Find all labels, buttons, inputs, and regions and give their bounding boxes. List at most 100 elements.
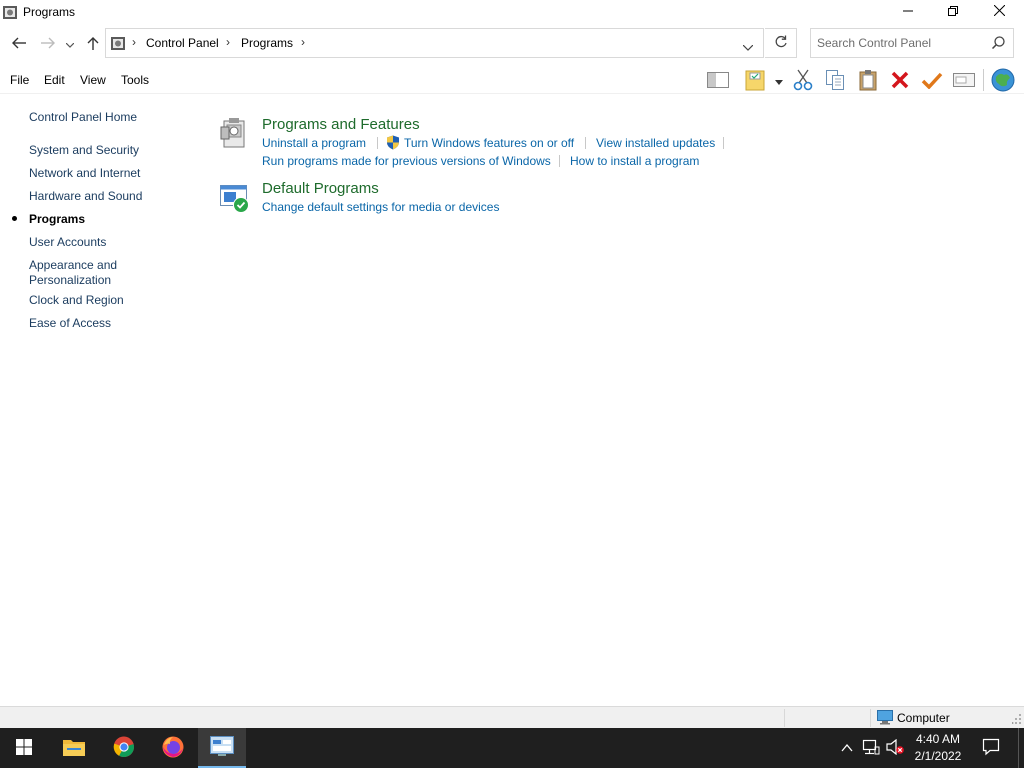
turn-windows-features-link[interactable]: Turn Windows features on or off — [404, 136, 574, 150]
toolbar-divider — [983, 69, 984, 91]
volume-button[interactable] — [885, 738, 905, 758]
taskbar-chrome[interactable] — [100, 728, 148, 768]
breadcrumb-control-panel[interactable]: Control Panel — [146, 36, 219, 50]
taskbar: 4:40 AM 2/1/2022 — [0, 728, 1024, 768]
uac-shield-icon — [386, 135, 400, 153]
refresh-icon — [774, 35, 788, 52]
recent-locations-button[interactable] — [62, 34, 78, 54]
chevron-up-icon — [841, 741, 853, 755]
delete-button[interactable] — [887, 68, 913, 94]
back-button[interactable] — [9, 34, 29, 54]
menu-file[interactable]: File — [10, 73, 29, 87]
properties-button[interactable] — [742, 68, 768, 94]
programs-and-features-icon[interactable] — [220, 117, 248, 152]
current-page-bullet-icon — [12, 216, 17, 221]
address-bar[interactable]: › Control Panel › Programs › — [105, 28, 764, 58]
restore-button[interactable] — [930, 0, 976, 24]
menu-view[interactable]: View — [80, 73, 106, 87]
address-dropdown-icon[interactable] — [742, 40, 754, 54]
view-installed-updates-link[interactable]: View installed updates — [596, 136, 715, 150]
search-input[interactable] — [817, 35, 987, 51]
volume-muted-icon — [886, 738, 904, 758]
close-icon — [993, 4, 1005, 19]
nav-clock-and-region[interactable]: Clock and Region — [29, 293, 124, 308]
nav-programs[interactable]: Programs — [29, 212, 85, 227]
change-default-settings-link[interactable]: Change default settings for media or dev… — [262, 200, 499, 214]
layout-pane-icon — [707, 71, 729, 91]
refresh-button[interactable] — [765, 28, 797, 58]
menu-bar: File Edit View Tools — [0, 66, 1024, 94]
breadcrumb-programs[interactable]: Programs — [241, 36, 293, 50]
nav-user-accounts[interactable]: User Accounts — [29, 235, 106, 250]
resize-grip-icon[interactable] — [1011, 713, 1022, 728]
run-previous-versions-link[interactable]: Run programs made for previous versions … — [262, 154, 551, 168]
action-center-button[interactable] — [981, 738, 1001, 758]
status-bar: Computer — [0, 706, 1024, 728]
checkmark-icon — [921, 71, 943, 92]
default-programs-icon[interactable] — [219, 184, 251, 217]
close-button[interactable] — [976, 0, 1022, 24]
back-arrow-icon — [12, 37, 26, 52]
control-panel-icon — [110, 35, 126, 54]
breadcrumb-separator-icon: › — [226, 35, 230, 49]
control-panel-icon — [2, 4, 18, 20]
clock-date: 2/1/2022 — [914, 749, 962, 763]
nav-appearance-and-personalization-line2[interactable]: Personalization — [29, 273, 111, 288]
layout-pane-button[interactable] — [705, 68, 731, 94]
globe-icon — [991, 68, 1015, 95]
rename-icon — [953, 72, 975, 90]
computer-icon — [877, 710, 893, 728]
menu-edit[interactable]: Edit — [44, 73, 65, 87]
link-separator — [377, 137, 378, 149]
paste-button[interactable] — [855, 68, 881, 94]
programs-and-features-title[interactable]: Programs and Features — [262, 116, 420, 133]
uninstall-program-link[interactable]: Uninstall a program — [262, 136, 366, 150]
network-status-button[interactable] — [861, 738, 881, 758]
clock-time: 4:40 AM — [915, 732, 961, 746]
rename-button[interactable] — [951, 68, 977, 94]
start-button[interactable] — [0, 728, 48, 768]
taskbar-file-explorer[interactable] — [50, 728, 98, 768]
copy-button[interactable] — [822, 68, 848, 94]
globe-button[interactable] — [990, 68, 1016, 94]
status-divider — [784, 709, 785, 727]
chrome-icon — [113, 736, 135, 761]
breadcrumb-separator-icon: › — [132, 35, 136, 49]
nav-ease-of-access[interactable]: Ease of Access — [29, 316, 111, 331]
link-separator — [559, 155, 560, 167]
default-programs-title[interactable]: Default Programs — [262, 180, 379, 197]
search-icon[interactable] — [991, 36, 1005, 52]
forward-button[interactable] — [38, 34, 58, 54]
notification-icon — [982, 738, 1000, 759]
show-desktop-button[interactable] — [1018, 728, 1024, 768]
file-explorer-icon — [63, 738, 85, 759]
nav-network-and-internet[interactable]: Network and Internet — [29, 166, 140, 181]
apply-button[interactable] — [919, 68, 945, 94]
title-bar: Programs — [0, 0, 1024, 26]
nav-appearance-and-personalization[interactable]: Appearance and — [29, 258, 117, 273]
minimize-button[interactable] — [885, 0, 931, 24]
breadcrumb-separator-icon: › — [301, 35, 305, 49]
paste-icon — [858, 69, 878, 94]
up-button[interactable] — [83, 34, 103, 54]
taskbar-control-panel[interactable] — [198, 728, 246, 768]
windows-logo-icon — [16, 738, 32, 758]
status-divider — [870, 709, 871, 727]
chevron-down-icon — [65, 37, 75, 51]
dropdown-arrow-icon — [775, 74, 783, 88]
delete-icon — [891, 71, 909, 92]
properties-folder-icon — [744, 69, 766, 94]
window-title: Programs — [23, 5, 76, 19]
show-hidden-icons-button[interactable] — [837, 738, 857, 758]
search-box[interactable] — [810, 28, 1014, 58]
menu-tools[interactable]: Tools — [121, 73, 149, 87]
taskbar-firefox[interactable] — [149, 728, 197, 768]
nav-control-panel-home[interactable]: Control Panel Home — [29, 110, 137, 125]
nav-system-and-security[interactable]: System and Security — [29, 143, 139, 158]
cut-button[interactable] — [790, 68, 816, 94]
taskbar-clock[interactable]: 4:40 AM 2/1/2022 — [908, 731, 968, 765]
nav-hardware-and-sound[interactable]: Hardware and Sound — [29, 189, 142, 204]
how-to-install-link[interactable]: How to install a program — [570, 154, 699, 168]
properties-dropdown-button[interactable] — [770, 68, 788, 94]
up-arrow-icon — [87, 36, 99, 53]
